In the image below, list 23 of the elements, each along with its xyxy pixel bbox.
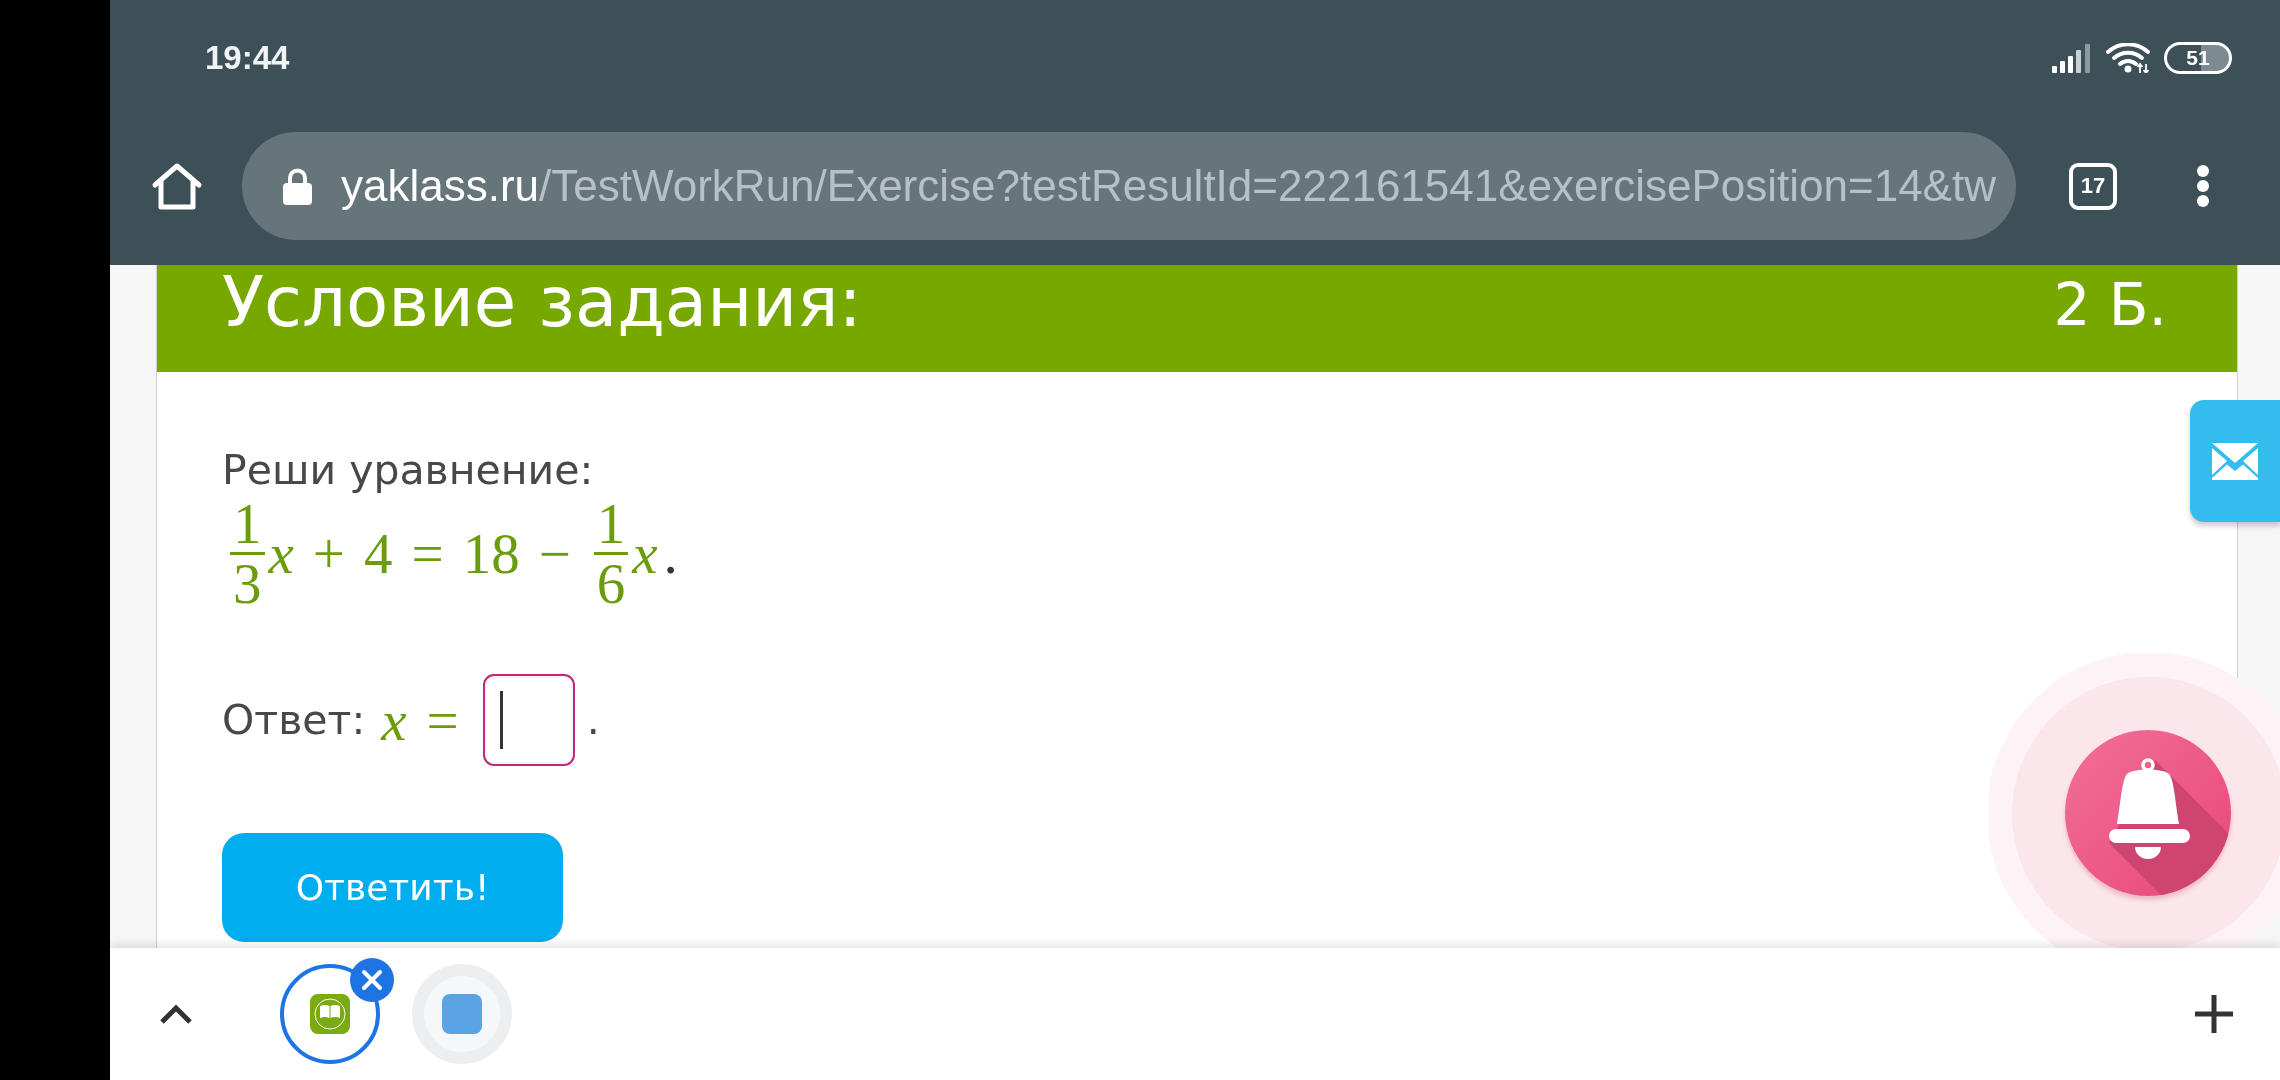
task-title: Условие задания:	[222, 265, 862, 339]
envelope-icon	[2212, 442, 2258, 480]
text-cursor	[499, 691, 503, 750]
answer-label: Ответ:	[222, 695, 366, 745]
close-icon[interactable]	[350, 958, 394, 1002]
answer-equation: x =	[381, 691, 459, 749]
tab-count-button[interactable]: 17	[2069, 162, 2117, 210]
answer-period: .	[586, 695, 600, 745]
submit-button[interactable]: Ответить!	[222, 833, 563, 943]
task-prompt: Реши уравнение:	[222, 446, 594, 496]
menu-icon[interactable]	[2196, 164, 2210, 208]
chevron-up-icon[interactable]	[159, 1003, 193, 1025]
wifi-icon	[2106, 43, 2150, 73]
battery-indicator: 51	[2164, 42, 2232, 74]
answer-field[interactable]	[482, 674, 575, 767]
signal-icon	[2052, 43, 2092, 73]
url-text: yaklass.ru/TestWorkRun/Exercise?testResultId=222161541&exercisePosition=14&tw	[341, 161, 1996, 211]
task-points: 2 Б.	[2053, 270, 2167, 341]
home-icon[interactable]	[151, 161, 203, 211]
address-bar[interactable]: yaklass.ru/TestWorkRun/Exercise?testResultId=222161541&exercisePosition=14&tw	[242, 132, 2016, 240]
lock-icon	[282, 167, 313, 205]
status-time: 19:44	[205, 39, 290, 77]
plus-icon[interactable]	[2195, 995, 2233, 1033]
